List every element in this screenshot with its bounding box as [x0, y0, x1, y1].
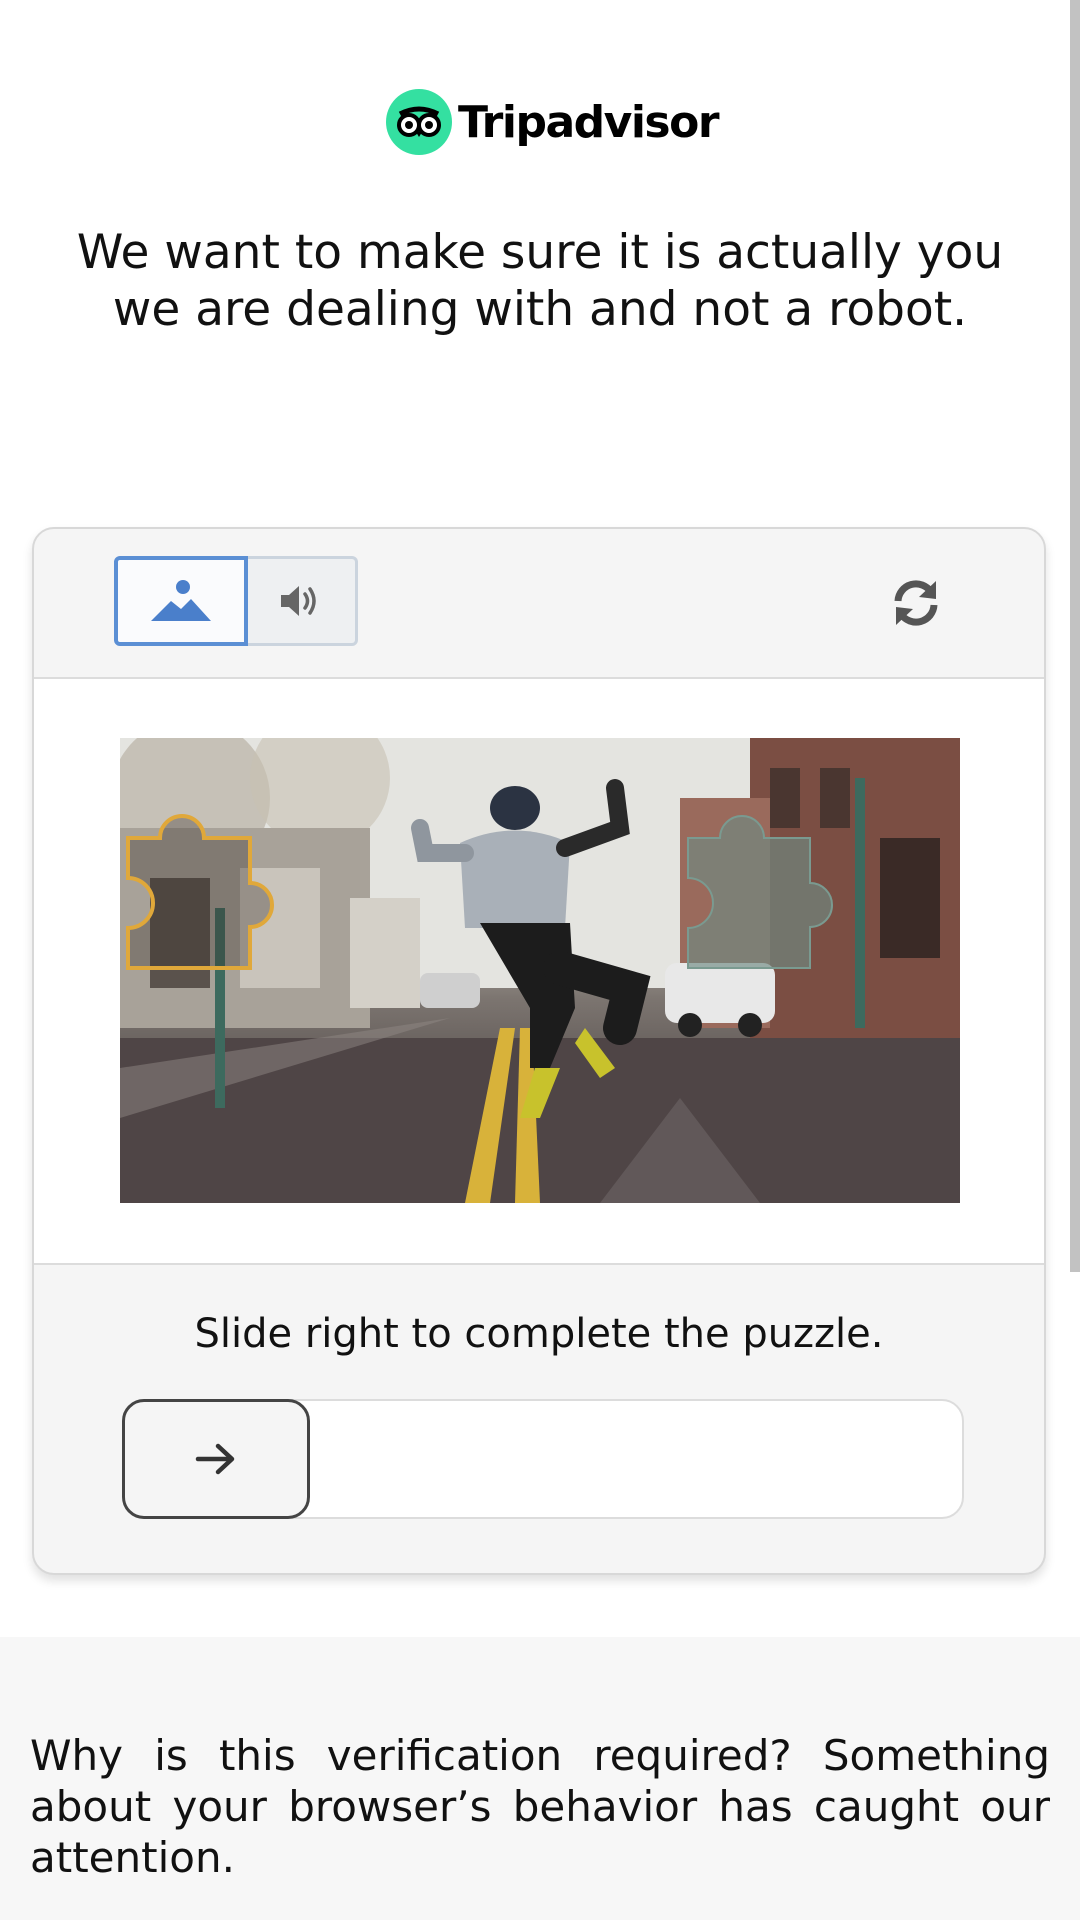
- refresh-button[interactable]: [888, 575, 944, 631]
- captcha-card: Slide right to complete the puzzle.: [32, 527, 1046, 1575]
- slider-track[interactable]: [122, 1399, 964, 1519]
- puzzle-piece: [126, 814, 274, 970]
- street-scene: [120, 738, 960, 1203]
- puzzle-image: [120, 738, 960, 1203]
- slider-instruction: Slide right to complete the puzzle.: [194, 1311, 884, 1357]
- puzzle-target-slot: [687, 815, 833, 969]
- page-scrollbar[interactable]: [1070, 0, 1080, 1272]
- captcha-mode-toggle: [114, 556, 358, 646]
- page-headline: We want to make sure it is actually you …: [76, 225, 1004, 337]
- image-mode-button[interactable]: [114, 556, 248, 646]
- verification-footer: Why is this verification required? Somet…: [0, 1637, 1080, 1920]
- brand-name: Tripadvisor: [458, 96, 720, 148]
- image-icon: [151, 580, 211, 621]
- audio-mode-button[interactable]: [246, 556, 358, 646]
- owl-icon: [386, 89, 452, 155]
- captcha-controls: Slide right to complete the puzzle.: [34, 1265, 1044, 1573]
- speaker-icon: [280, 586, 316, 616]
- slider-handle[interactable]: [122, 1399, 310, 1519]
- refresh-icon: [894, 580, 938, 626]
- captcha-toolbar: [34, 529, 1044, 677]
- captcha-image-area: [34, 677, 1044, 1265]
- verification-explanation: Why is this verification required? Somet…: [30, 1731, 1050, 1882]
- tripadvisor-logo: Tripadvisor: [386, 88, 720, 156]
- arrow-right-icon: [195, 1443, 235, 1475]
